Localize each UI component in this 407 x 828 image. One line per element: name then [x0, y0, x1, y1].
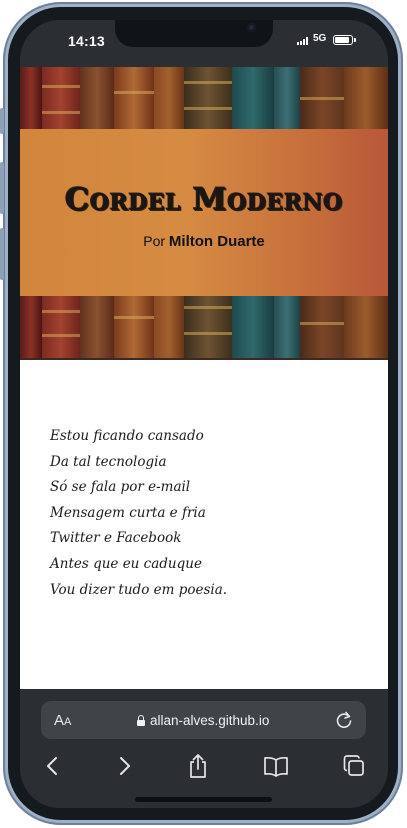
site-title[interactable]: Cordel Moderno: [20, 182, 388, 218]
site-header: Cordel Moderno Por Milton Duarte: [20, 67, 388, 360]
url-text: allan-alves.github.io: [150, 713, 270, 728]
text-size-label-large: A: [54, 712, 65, 729]
text-size-label-small: A: [64, 716, 72, 728]
network-type: 5G: [313, 33, 327, 44]
bookmarks-icon: [264, 756, 288, 777]
poem-line: Só se fala por e-mail: [50, 479, 191, 496]
poem-line: Mensagem curta e fria: [50, 504, 206, 521]
poem-line: Antes que eu caduque: [50, 555, 202, 572]
front-camera-icon: [247, 23, 256, 32]
address-bar[interactable]: AA allan-alves.github.io: [41, 701, 366, 739]
browser-bottom-bar: AA allan-alves.github.io: [20, 689, 388, 808]
signal-strength-icon: [297, 37, 308, 45]
volume-down-button: [0, 228, 4, 280]
bookmarks-button[interactable]: [261, 751, 291, 781]
home-indicator[interactable]: [135, 797, 272, 802]
forward-button[interactable]: [109, 751, 139, 781]
poem-line: Vou dizer tudo em poesia.: [50, 581, 228, 598]
status-time: 14:13: [68, 33, 105, 49]
reload-icon[interactable]: [334, 710, 354, 730]
tabs-button[interactable]: [339, 751, 369, 781]
notch: [115, 20, 273, 47]
title-banner: Cordel Moderno Por Milton Duarte: [20, 129, 388, 296]
lock-icon: [137, 714, 145, 726]
poem: Estou ficando cansado Da tal tecnologia …: [50, 424, 227, 603]
tabs-icon: [343, 755, 364, 776]
forward-icon: [120, 757, 130, 775]
poem-line: Estou ficando cansado: [50, 428, 204, 444]
poem-line: Twitter e Facebook: [50, 530, 182, 547]
text-size-button[interactable]: AA: [54, 712, 71, 729]
author-name: Milton Duarte: [168, 233, 265, 250]
mute-switch: [0, 108, 4, 134]
page-content: Estou ficando cansado Da tal tecnologia …: [20, 360, 388, 689]
back-button[interactable]: [38, 751, 68, 781]
browser-toolbar: [20, 751, 388, 785]
bookshelf-image-bottom: [20, 296, 388, 358]
url-display[interactable]: allan-alves.github.io: [137, 713, 269, 728]
byline-prefix: Por: [143, 233, 166, 249]
share-icon: [190, 754, 206, 778]
status-bar: 14:13 5G: [20, 20, 388, 67]
back-icon: [47, 757, 57, 775]
bookshelf-image-top: [20, 67, 388, 129]
volume-up-button: [0, 162, 4, 214]
screen: 14:13 5G Cordel Moderno Por Milton Duart…: [20, 20, 388, 808]
byline: Por Milton Duarte: [20, 233, 388, 250]
poem-line: Da tal tecnologia: [50, 453, 167, 470]
share-button[interactable]: [183, 751, 213, 781]
battery-icon: [333, 35, 356, 45]
